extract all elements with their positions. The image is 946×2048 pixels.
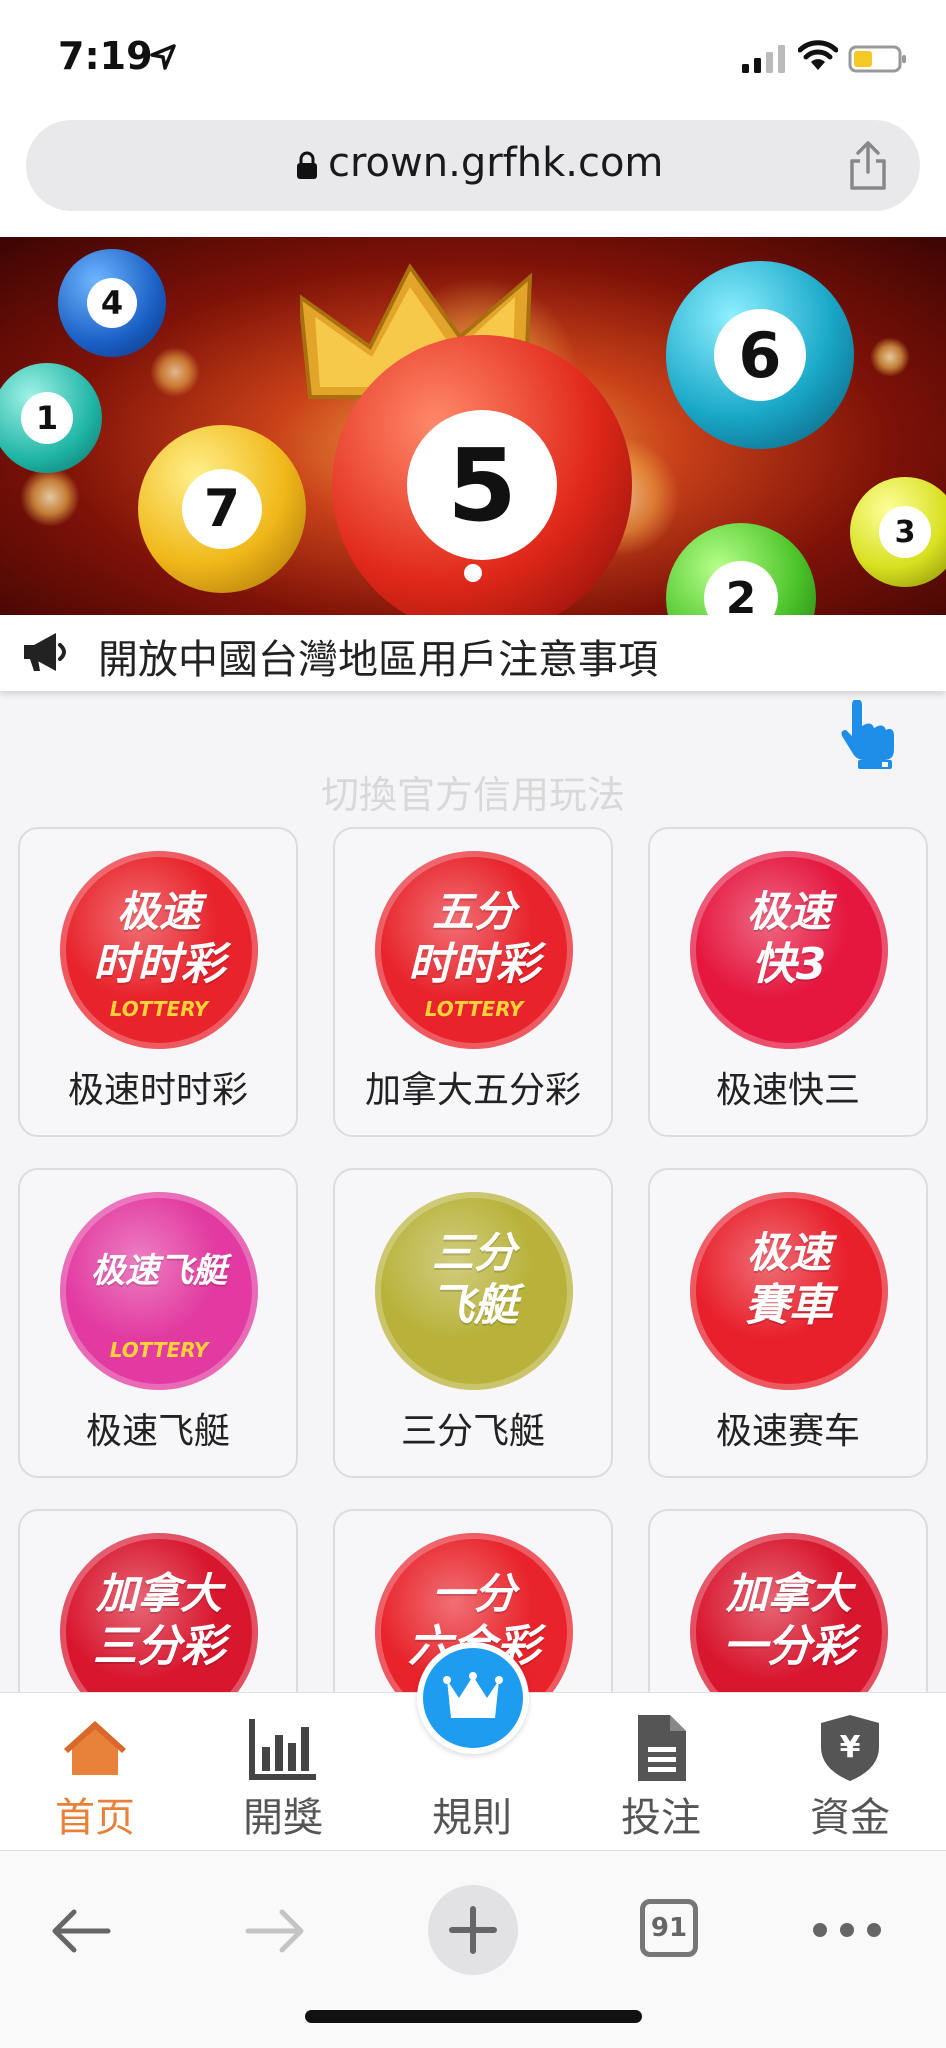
document-icon: [638, 1715, 686, 1781]
address-bar[interactable]: crown.grfhk.com: [26, 120, 920, 211]
switch-official-mode-link[interactable]: 切換官方信用玩法: [0, 764, 946, 819]
tab-bets-label: 投注: [621, 1795, 701, 1841]
tab-funds[interactable]: ¥ 資金: [775, 1693, 925, 1851]
game-card[interactable]: 极速 快3 极速快三: [648, 827, 928, 1137]
lottery-ball: 1: [0, 363, 102, 473]
lottery-ball: 7: [138, 425, 306, 593]
tab-switcher-button[interactable]: 91: [640, 1899, 698, 1957]
game-name: 极速时时彩: [67, 1070, 248, 1111]
game-logo-line2: 飞艇: [430, 1280, 518, 1331]
tab-home[interactable]: 首页: [20, 1693, 170, 1851]
game-logo-line1: 极速: [746, 887, 831, 936]
plus-icon: [449, 1906, 497, 1954]
location-arrow-icon: [150, 44, 176, 70]
back-arrow-icon[interactable]: [50, 1906, 112, 1956]
game-logo-sub: LOTTERY: [424, 997, 524, 1021]
game-logo-icon: 极速 时时彩 LOTTERY: [60, 851, 258, 1049]
home-indicator: [305, 2010, 642, 2023]
game-logo-sub: LOTTERY: [109, 997, 209, 1021]
cellular-signal-icon: [742, 45, 785, 73]
game-logo-line2: 时时彩: [408, 939, 540, 990]
shield-yen-icon: ¥: [821, 1715, 879, 1781]
carousel-indicator[interactable]: [464, 564, 482, 582]
tab-results[interactable]: 開獎: [208, 1693, 358, 1851]
more-icon[interactable]: [812, 1915, 882, 1945]
game-card[interactable]: 极速 賽車 极速赛车: [648, 1168, 928, 1478]
battery-icon: [848, 45, 906, 73]
game-logo-line2: 一分彩: [723, 1621, 855, 1672]
game-logo-line1: 一分: [431, 1569, 516, 1618]
share-icon[interactable]: [846, 140, 890, 192]
game-logo-line1: 三分: [431, 1228, 516, 1277]
game-logo-line1: 加拿大: [95, 1569, 222, 1618]
game-logo-line1: 极速: [746, 1228, 831, 1277]
game-card[interactable]: 极速飞艇 LOTTERY 极速飞艇: [18, 1168, 298, 1478]
game-logo-sub: LOTTERY: [109, 1338, 209, 1362]
home-icon: [64, 1721, 126, 1775]
game-card[interactable]: 五分 时时彩 LOTTERY 加拿大五分彩: [333, 827, 613, 1137]
tab-bets[interactable]: 投注: [586, 1693, 736, 1851]
game-logo-line2: 三分彩: [93, 1621, 225, 1672]
game-logo-icon: 三分 飞艇: [375, 1192, 573, 1390]
game-name: 极速飞艇: [85, 1411, 230, 1452]
tab-funds-label: 資金: [810, 1795, 890, 1841]
game-logo-line2: 快3: [751, 939, 827, 990]
svg-text:¥: ¥: [840, 1730, 861, 1765]
game-name: 极速快三: [715, 1070, 860, 1111]
game-logo-icon: 极速飞艇 LOTTERY: [60, 1192, 258, 1390]
game-logo-icon: 五分 时时彩 LOTTERY: [375, 851, 573, 1049]
game-logo-icon: 极速 快3: [690, 851, 888, 1049]
new-tab-button[interactable]: [428, 1885, 518, 1975]
url-text: crown.grfhk.com: [328, 140, 664, 186]
game-name: 三分飞艇: [400, 1411, 545, 1452]
game-logo-line1: 五分: [431, 887, 516, 936]
game-card[interactable]: 三分 飞艇 三分飞艇: [333, 1168, 613, 1478]
lottery-ball: 6: [666, 261, 854, 449]
tab-home-label: 首页: [55, 1795, 135, 1841]
game-name: 极速赛车: [715, 1411, 860, 1452]
lottery-ball: 5: [332, 335, 632, 615]
game-card[interactable]: 极速 时时彩 LOTTERY 极速时时彩: [18, 827, 298, 1137]
status-time: 7:19: [58, 34, 153, 78]
game-logo-line2: 时时彩: [93, 939, 225, 990]
game-logo-line1: 极速飞艇: [91, 1251, 227, 1291]
bar-chart-icon: [249, 1719, 316, 1780]
game-name: 加拿大五分彩: [364, 1070, 581, 1111]
forward-arrow-icon[interactable]: [244, 1906, 306, 1956]
game-logo-line1: 加拿大: [725, 1569, 852, 1618]
game-logo-line1: 极速: [116, 887, 201, 936]
lottery-ball: 4: [58, 249, 166, 357]
status-bar: 7:19: [0, 0, 946, 120]
rules-center-button[interactable]: [417, 1642, 529, 1754]
megaphone-icon: [24, 633, 66, 671]
lottery-ball: 3: [850, 477, 946, 587]
tab-results-label: 開獎: [243, 1795, 323, 1841]
game-logo-icon: 极速 賽車: [690, 1192, 888, 1390]
pointing-hand-icon[interactable]: [838, 700, 898, 770]
browser-address-area: crown.grfhk.com: [0, 120, 946, 237]
lock-icon: [297, 151, 317, 179]
game-logo-line2: 賽車: [745, 1280, 833, 1331]
promo-banner[interactable]: 4 1 7 5 6 3 2: [0, 237, 946, 615]
tab-rules-label: 規則: [432, 1795, 512, 1841]
notice-bar[interactable]: 開放中國台灣地區用戶注意事項: [0, 615, 946, 691]
crown-icon: [443, 1672, 503, 1718]
lottery-ball: 2: [666, 523, 816, 615]
wifi-icon: [798, 40, 838, 70]
notice-text: 開放中國台灣地區用戶注意事項: [98, 637, 658, 683]
